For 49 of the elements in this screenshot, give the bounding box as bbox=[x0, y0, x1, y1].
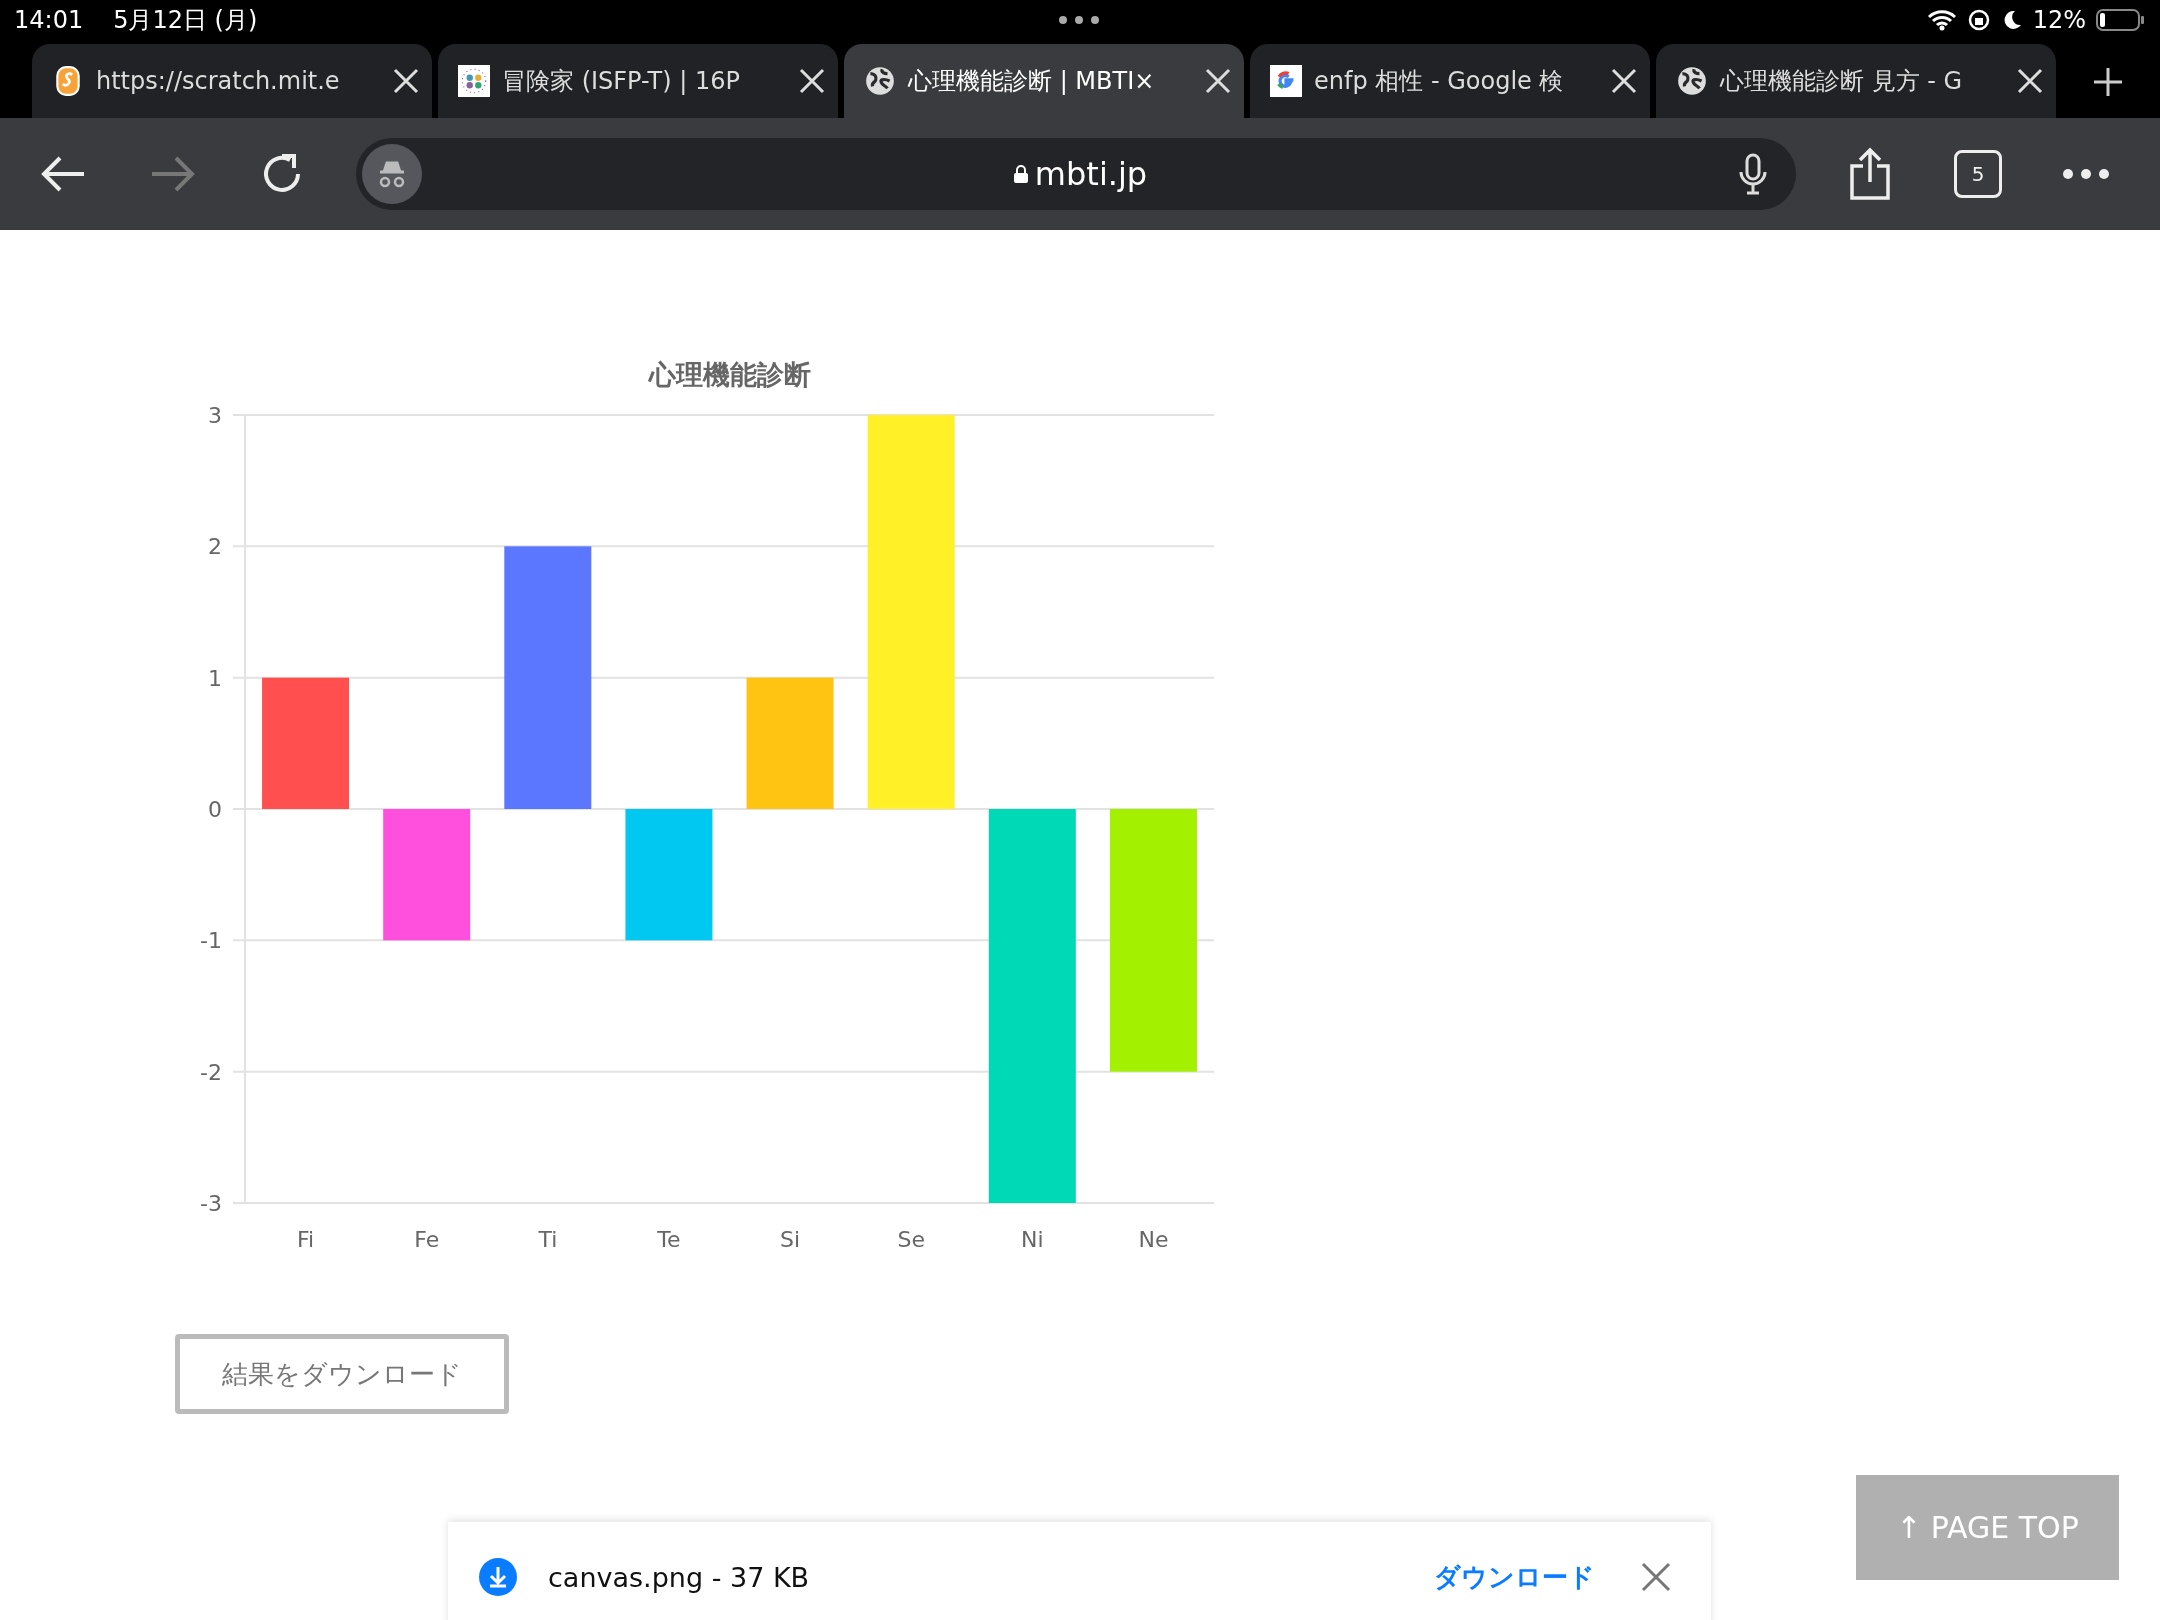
x-tick-label: Si bbox=[780, 1227, 801, 1252]
globe-icon bbox=[864, 65, 896, 97]
y-tick-label: -1 bbox=[200, 928, 222, 954]
download-file-name: canvas.png - 37 KB bbox=[548, 1561, 811, 1593]
wifi-icon bbox=[1926, 9, 1957, 31]
x-tick-label: Fi bbox=[297, 1227, 315, 1252]
dots-logo-icon bbox=[458, 65, 490, 97]
battery-percent: 12% bbox=[2032, 6, 2086, 34]
microphone-icon[interactable] bbox=[1738, 152, 1768, 196]
multitask-dots-icon[interactable] bbox=[1058, 15, 1100, 25]
browser-tab[interactable]: https://scratch.mit.e bbox=[32, 44, 432, 118]
download-link[interactable]: ダウンロード bbox=[1428, 1558, 1601, 1596]
tab-title: 心理機能診断 見方 - G bbox=[1720, 66, 1964, 97]
x-tick-label: Te bbox=[657, 1227, 681, 1252]
battery-icon bbox=[2096, 8, 2146, 32]
y-tick-label: -3 bbox=[200, 1191, 222, 1216]
y-tick-label: -2 bbox=[200, 1059, 222, 1085]
x-tick-label: Se bbox=[897, 1227, 925, 1252]
download-result-button[interactable]: 結果をダウンロード bbox=[175, 1334, 509, 1414]
y-tick-label: 1 bbox=[208, 665, 222, 691]
tab-title: enfp 相性 - Google 検 bbox=[1314, 66, 1565, 97]
tab-title: 心理機能診断 | MBTI× bbox=[908, 66, 1156, 97]
browser-tab[interactable]: 心理機能診断 | MBTI× bbox=[844, 44, 1244, 118]
x-tick-label: Fe bbox=[414, 1227, 440, 1252]
x-tick-label: Ni bbox=[1021, 1227, 1044, 1252]
chart-title: 心理機能診断 bbox=[648, 359, 811, 390]
x-tick-label: Ne bbox=[1138, 1227, 1169, 1252]
more-icon[interactable] bbox=[2062, 168, 2110, 180]
address-bar[interactable]: mbti.jp bbox=[356, 138, 1796, 210]
x-tick-label: Ti bbox=[538, 1227, 558, 1252]
browser-tab[interactable]: 心理機能診断 見方 - G bbox=[1656, 44, 2056, 118]
status-time: 14:01 bbox=[14, 6, 84, 34]
url-text: mbti.jp bbox=[1034, 155, 1148, 193]
download-icon bbox=[478, 1557, 518, 1597]
tab-count-button[interactable]: 5 bbox=[1954, 150, 2002, 198]
rotation-lock-icon bbox=[1966, 8, 1991, 32]
new-tab-icon[interactable] bbox=[2092, 66, 2124, 98]
y-tick-label: 0 bbox=[208, 797, 222, 822]
y-tick-label: 3 bbox=[208, 403, 222, 428]
globe-icon bbox=[1676, 65, 1708, 97]
g-logo-icon bbox=[1270, 65, 1302, 97]
tab-title: https://scratch.mit.e bbox=[96, 67, 341, 95]
browser-tab[interactable]: 冒険家 (ISFP-T) | 16P bbox=[438, 44, 838, 118]
status-date: 5月12日 (月) bbox=[113, 5, 258, 36]
lock-icon bbox=[1012, 164, 1029, 184]
tab-title: 冒険家 (ISFP-T) | 16P bbox=[502, 66, 741, 97]
incognito-icon[interactable] bbox=[362, 144, 422, 204]
y-tick-label: 2 bbox=[208, 534, 222, 560]
browser-tab[interactable]: enfp 相性 - Google 検 bbox=[1250, 44, 1650, 118]
